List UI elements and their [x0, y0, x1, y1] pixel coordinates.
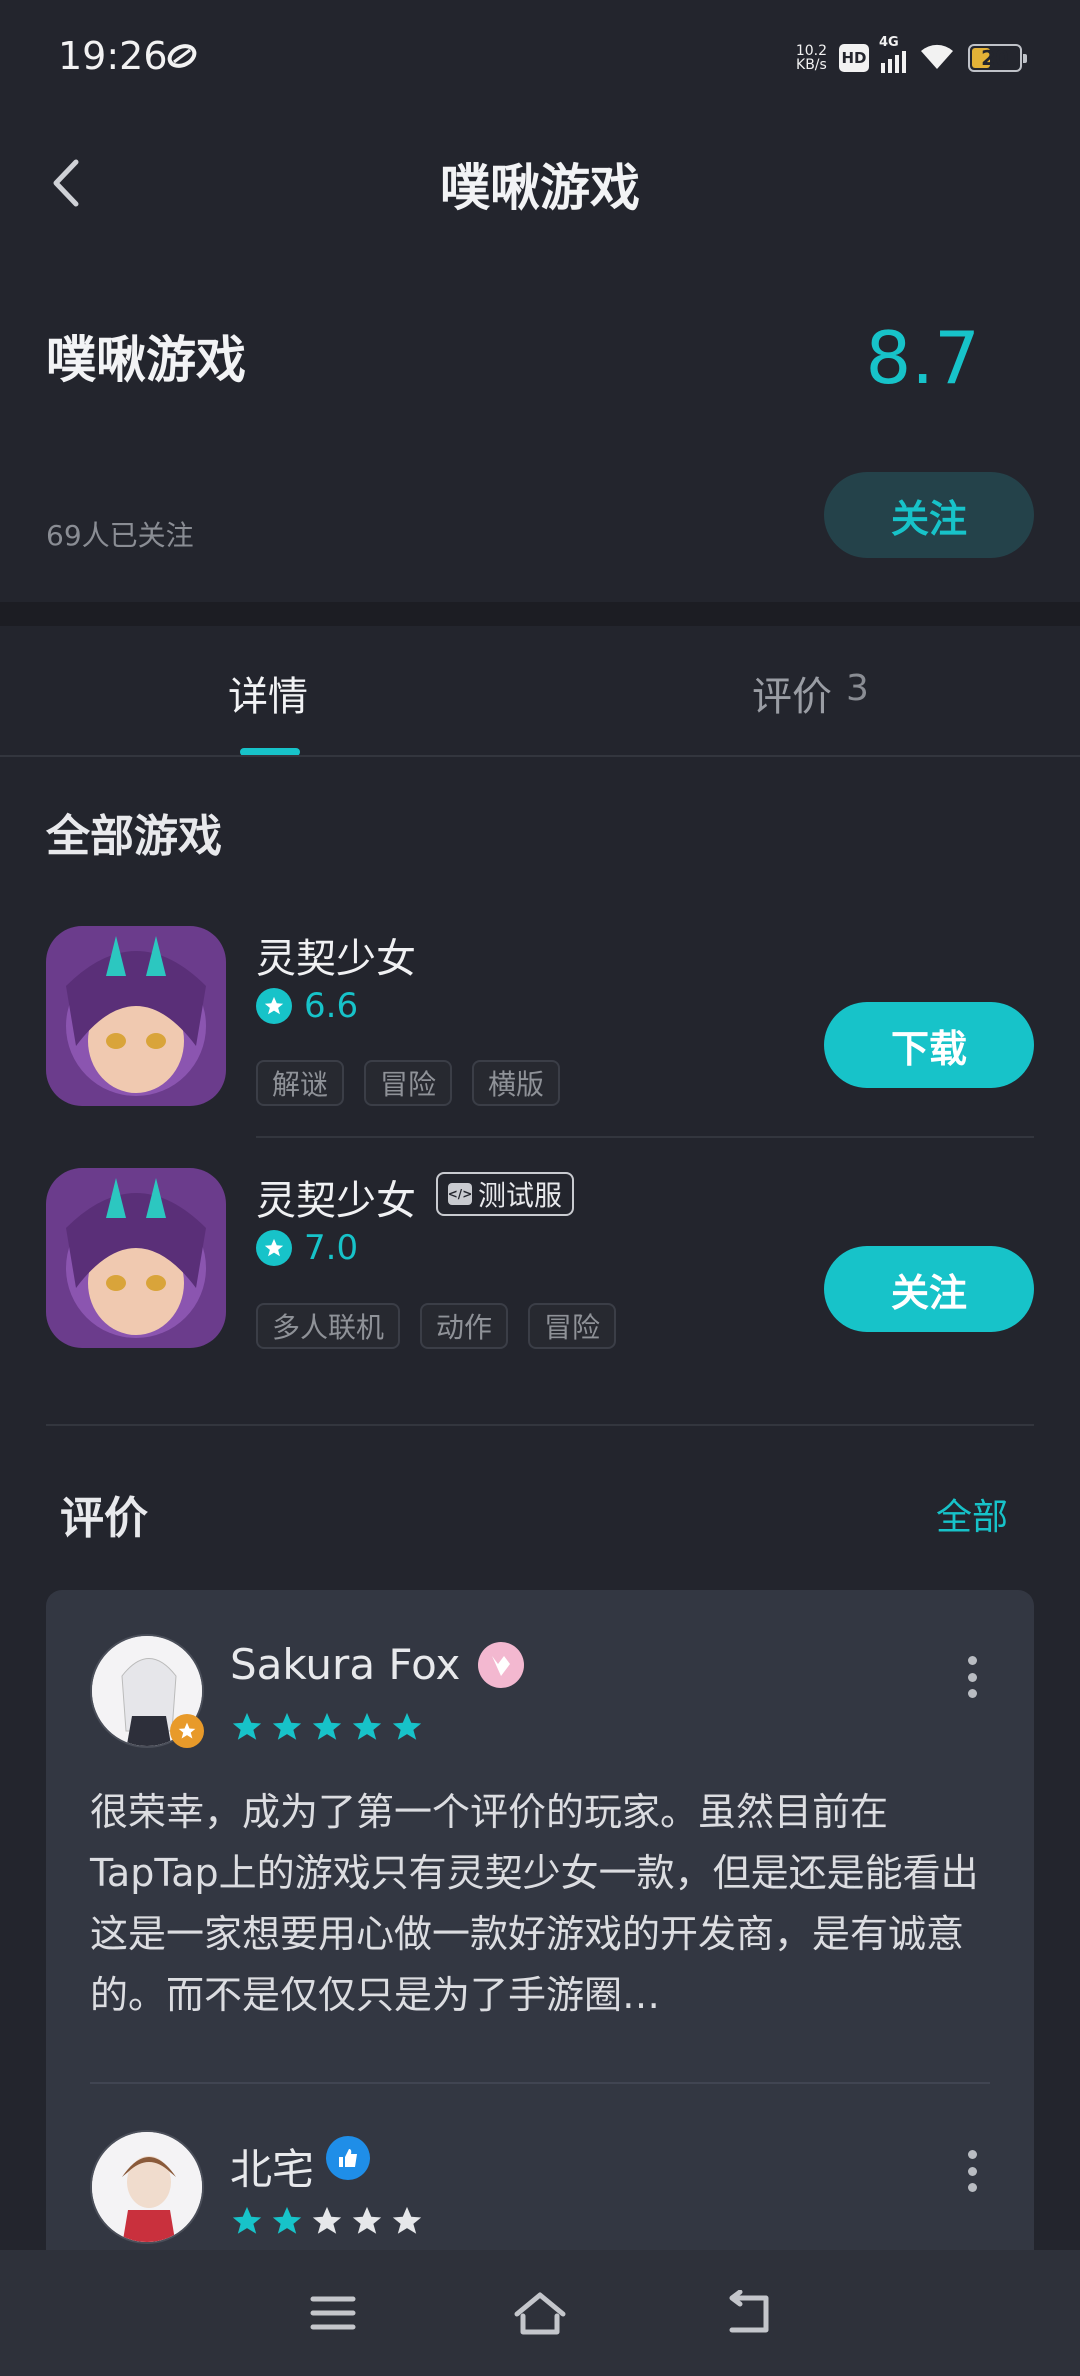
tab-reviews[interactable]: 评价: [752, 664, 832, 722]
section-gap: [0, 602, 1080, 626]
app-logo-icon: [166, 42, 198, 70]
star-empty-icon: [392, 2206, 422, 2234]
code-icon: </>: [448, 1183, 472, 1205]
download-button[interactable]: 下载: [824, 1002, 1034, 1088]
page-title: 噗啾游戏: [440, 159, 640, 217]
thumbs-up-badge-icon: [326, 2136, 370, 2180]
star-filled-icon: [392, 1712, 422, 1740]
review-stars: [230, 1710, 424, 1744]
review-stars: [230, 2204, 424, 2238]
star-filled-icon: [272, 2206, 302, 2234]
game-tag[interactable]: 冒险: [528, 1303, 617, 1349]
more-options-icon[interactable]: [962, 1652, 982, 1702]
avatar[interactable]: [90, 2130, 204, 2244]
game-rating: 7.0: [256, 1228, 358, 1268]
star-filled-icon: [312, 1712, 342, 1740]
rating-value: 6.6: [304, 986, 359, 1026]
battery-icon: 20: [968, 44, 1027, 72]
game-tags: 解谜 冒险 横版: [256, 1060, 561, 1106]
tab-divider: [0, 755, 1080, 757]
status-icons: 10.2 KB/s HD 4G 20: [795, 35, 1027, 80]
star-empty-icon: [312, 2206, 342, 2234]
game-tag[interactable]: 动作: [420, 1303, 509, 1349]
star-filled-icon: [352, 1712, 382, 1740]
game-name[interactable]: 灵契少女: [256, 1168, 416, 1226]
reviewer-name[interactable]: 北宅: [230, 2136, 314, 2197]
game-icon[interactable]: [46, 1168, 226, 1348]
follow-developer-button[interactable]: 关注: [824, 472, 1034, 558]
home-icon[interactable]: [505, 2283, 575, 2343]
star-filled-icon: [232, 2206, 262, 2234]
net-speed: 10.2 KB/s: [795, 43, 827, 73]
game-icon[interactable]: [46, 926, 226, 1106]
test-server-badge: </> 测试服: [436, 1172, 575, 1216]
game-tag[interactable]: 解谜: [256, 1060, 345, 1106]
follow-game-button[interactable]: 关注: [824, 1246, 1034, 1332]
star-icon: [256, 1230, 292, 1266]
rating-value: 7.0: [304, 1228, 359, 1268]
system-nav-bar: [0, 2250, 1080, 2376]
view-all-reviews-link[interactable]: 全部: [936, 1488, 1008, 1540]
tab-details[interactable]: 详情: [228, 664, 308, 722]
menu-icon[interactable]: [298, 2283, 368, 2343]
section-title-reviews: 评价: [60, 1493, 148, 1544]
hd-icon: HD: [839, 44, 869, 72]
developer-score: 8.7: [865, 316, 980, 400]
more-options-icon[interactable]: [962, 2146, 982, 2196]
review-text[interactable]: 很荣幸，成为了第一个评价的玩家。虽然目前在TapTap上的游戏只有灵契少女一款，…: [90, 1782, 1010, 2026]
section-divider: [46, 1424, 1034, 1426]
level-badge-icon: [170, 1714, 204, 1748]
follower-count: 69人已关注: [46, 519, 194, 552]
signal-icon: 4G: [879, 35, 906, 73]
wifi-icon: [918, 41, 956, 75]
game-tag[interactable]: 冒险: [364, 1060, 453, 1106]
star-filled-icon: [232, 1712, 262, 1740]
star-filled-icon: [272, 1712, 302, 1740]
star-empty-icon: [352, 2206, 382, 2234]
reviewer-name[interactable]: Sakura Fox: [230, 1640, 460, 1689]
section-title-all-games: 全部游戏: [46, 811, 222, 862]
game-name[interactable]: 灵契少女: [256, 926, 416, 984]
back-icon[interactable]: [712, 2283, 782, 2343]
game-rating: 6.6: [256, 986, 358, 1026]
game-tag[interactable]: 多人联机: [256, 1303, 401, 1349]
tab-reviews-count: 3: [846, 668, 869, 709]
game-tag[interactable]: 横版: [472, 1060, 561, 1106]
review-divider: [90, 2082, 990, 2084]
status-time: 19:26: [58, 34, 168, 78]
game-divider: [256, 1136, 1034, 1138]
game-tags: 多人联机 动作 冒险: [256, 1303, 617, 1349]
developer-name: 噗啾游戏: [46, 331, 246, 389]
star-icon: [256, 988, 292, 1024]
fox-badge-icon: [478, 1642, 524, 1688]
